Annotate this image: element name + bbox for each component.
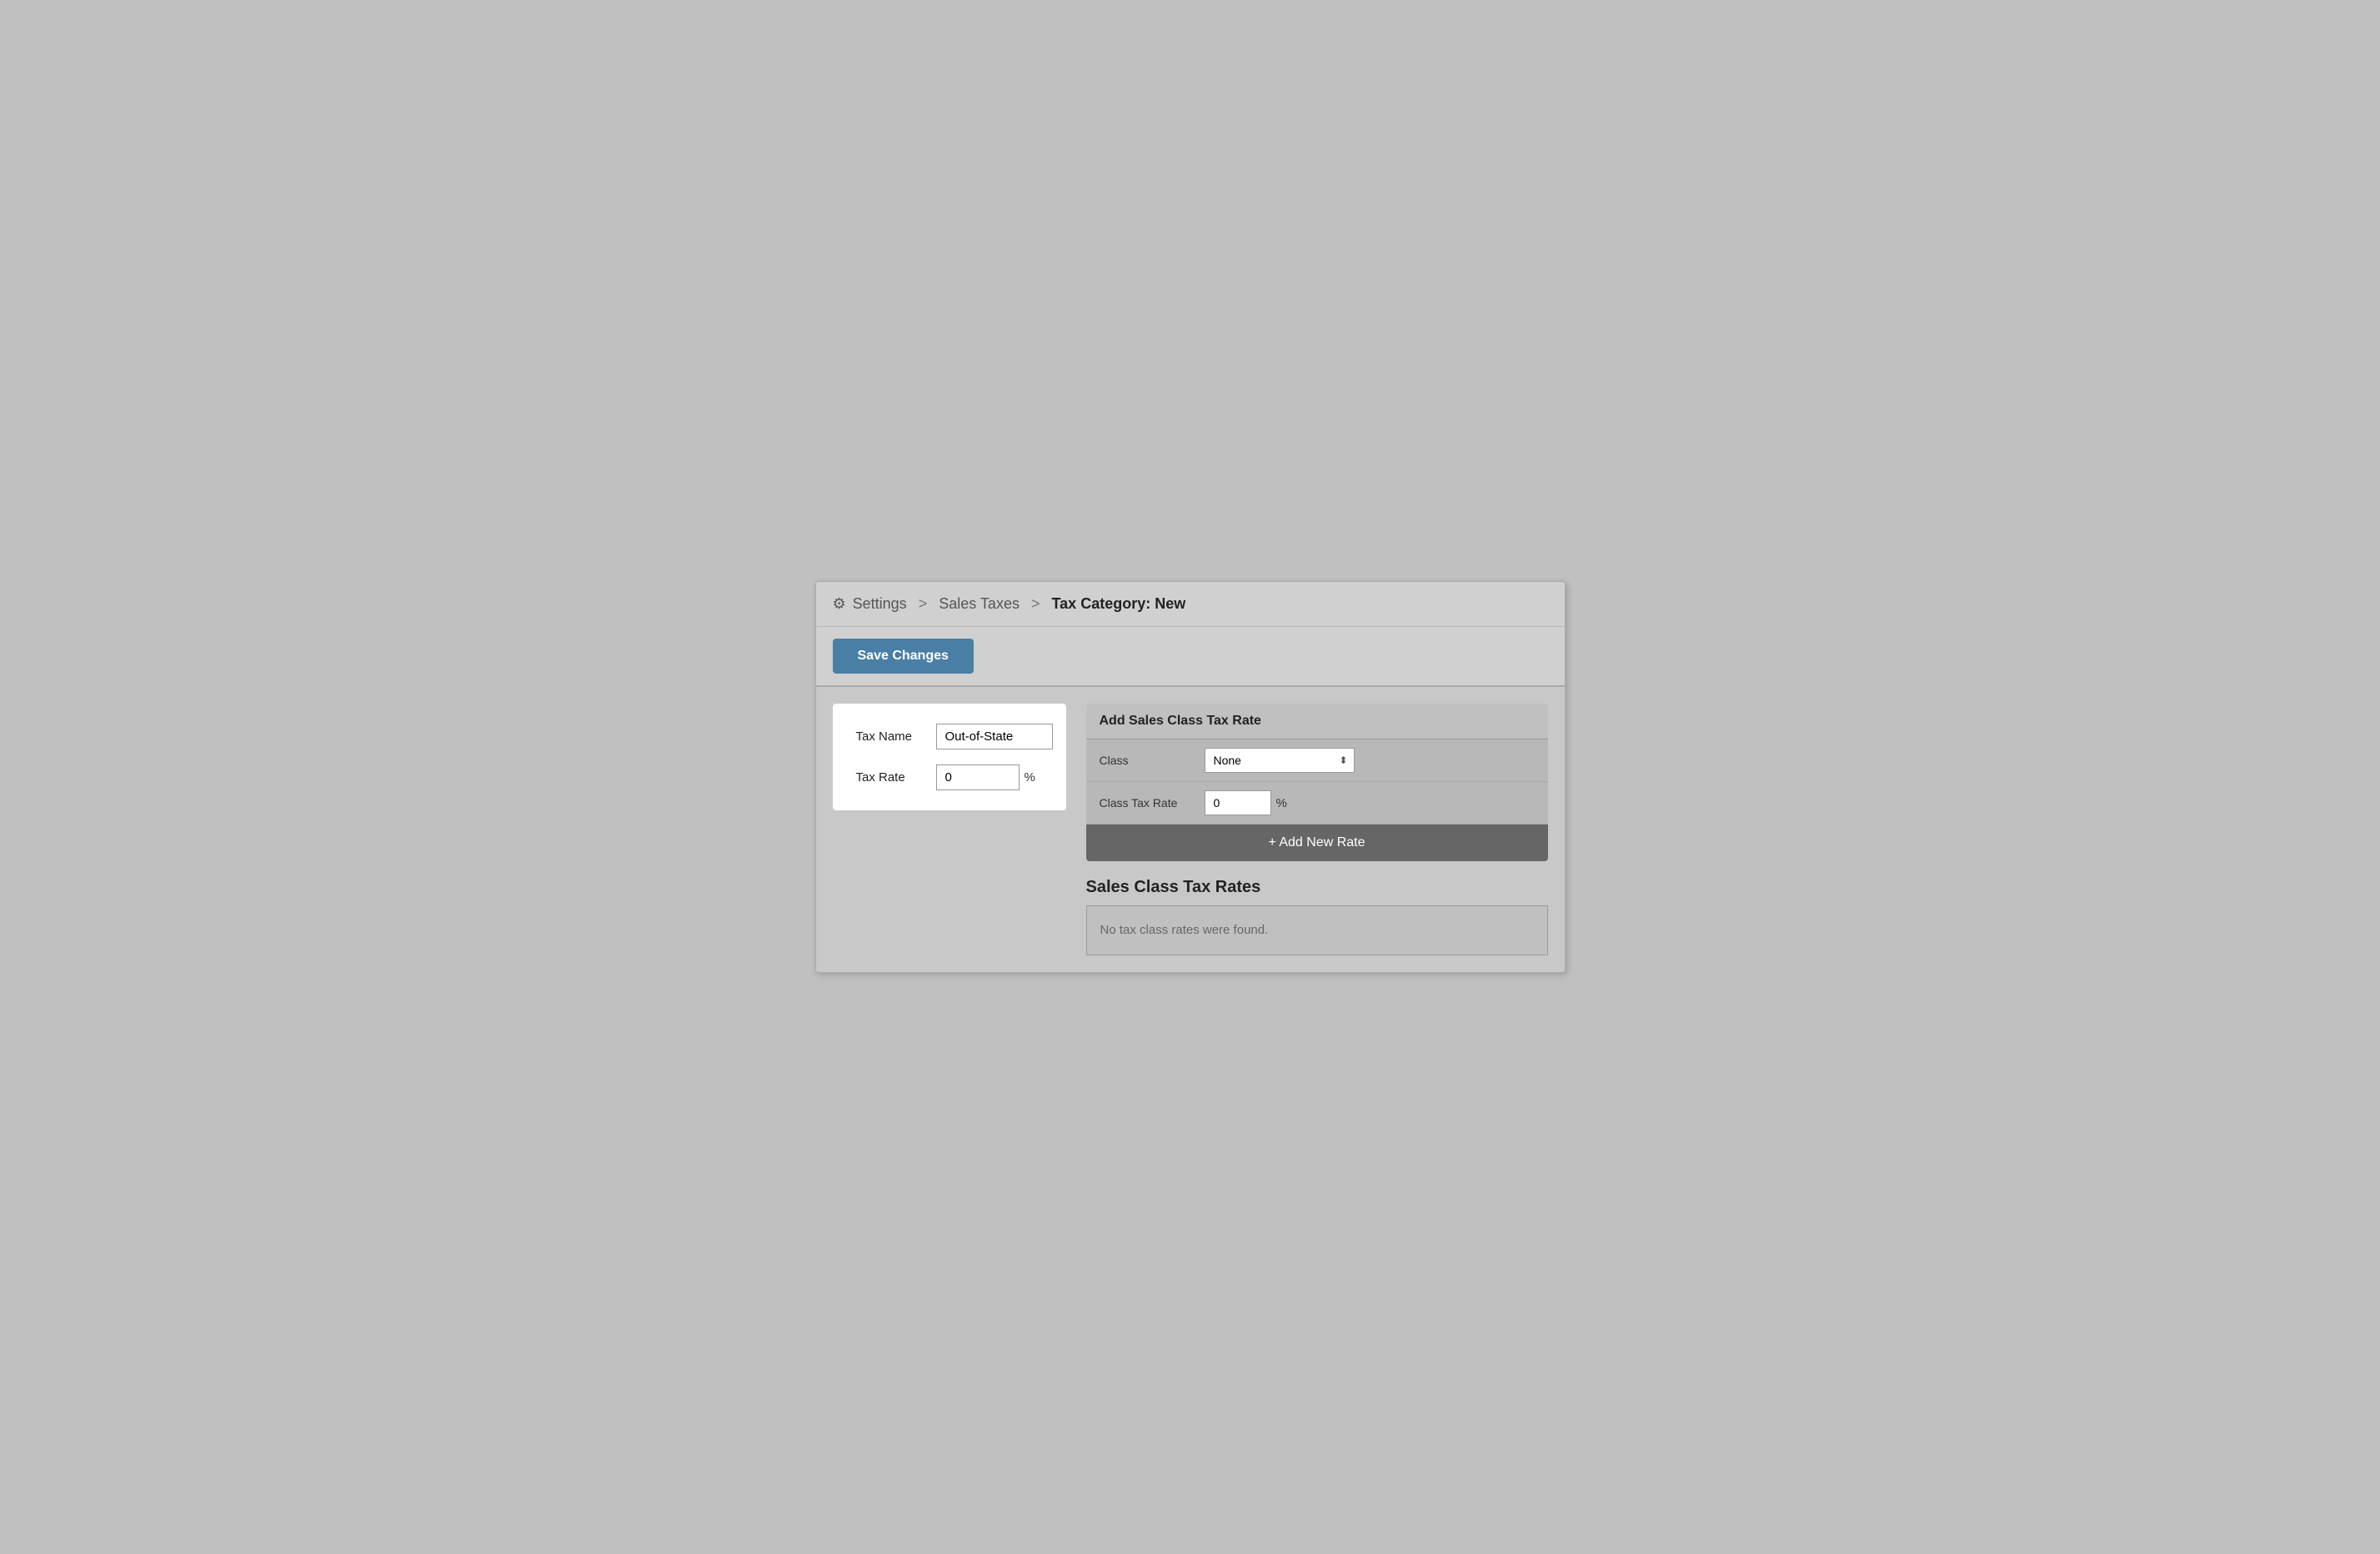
empty-rates-box: No tax class rates were found.	[1086, 905, 1548, 955]
breadcrumb-settings: Settings	[853, 595, 907, 612]
page-container: ⚙ Settings > Sales Taxes > Tax Category:…	[815, 581, 1566, 973]
tax-name-label: Tax Name	[856, 729, 923, 744]
add-new-rate-button[interactable]: + Add New Rate	[1086, 825, 1548, 861]
tax-rate-row: Tax Rate %	[856, 764, 1043, 790]
class-select-wrapper: None	[1205, 748, 1355, 773]
class-tax-rate-input[interactable]	[1205, 790, 1271, 815]
class-label: Class	[1100, 754, 1191, 767]
class-select[interactable]: None	[1205, 748, 1355, 773]
left-panel: Tax Name Tax Rate %	[833, 704, 1066, 810]
class-row: Class None	[1086, 739, 1548, 782]
toolbar: Save Changes	[816, 627, 1565, 687]
breadcrumb-sales-taxes: Sales Taxes	[939, 595, 1020, 612]
tax-rate-input-group: %	[936, 764, 1035, 790]
tax-name-input[interactable]	[936, 724, 1053, 749]
tax-rate-input[interactable]	[936, 764, 1020, 790]
gear-icon: ⚙	[833, 595, 846, 613]
breadcrumb-current: Tax Category: New	[1052, 595, 1186, 612]
tax-rate-suffix: %	[1025, 770, 1035, 785]
breadcrumb: Settings > Sales Taxes > Tax Category: N…	[853, 595, 1186, 613]
content-area: Tax Name Tax Rate % Add Sales Class Tax …	[816, 687, 1565, 972]
breadcrumb-sep-1: >	[914, 595, 932, 612]
sales-class-title: Sales Class Tax Rates	[1086, 878, 1548, 897]
save-changes-button[interactable]: Save Changes	[833, 639, 974, 674]
add-rate-section-header: Add Sales Class Tax Rate	[1086, 704, 1548, 739]
breadcrumb-sep-2: >	[1027, 595, 1045, 612]
tax-name-row: Tax Name	[856, 724, 1043, 749]
add-rate-section: Add Sales Class Tax Rate Class None Clas…	[1086, 704, 1548, 861]
right-panel: Add Sales Class Tax Rate Class None Clas…	[1086, 704, 1548, 955]
class-tax-rate-label: Class Tax Rate	[1100, 796, 1191, 810]
empty-rates-message: No tax class rates were found.	[1100, 923, 1269, 937]
class-tax-rate-input-group: %	[1205, 790, 1287, 815]
sales-class-section: Sales Class Tax Rates No tax class rates…	[1086, 878, 1548, 955]
class-tax-rate-row: Class Tax Rate %	[1086, 782, 1548, 825]
tax-rate-label: Tax Rate	[856, 770, 923, 785]
class-tax-rate-suffix: %	[1276, 796, 1287, 810]
breadcrumb-bar: ⚙ Settings > Sales Taxes > Tax Category:…	[816, 582, 1565, 627]
